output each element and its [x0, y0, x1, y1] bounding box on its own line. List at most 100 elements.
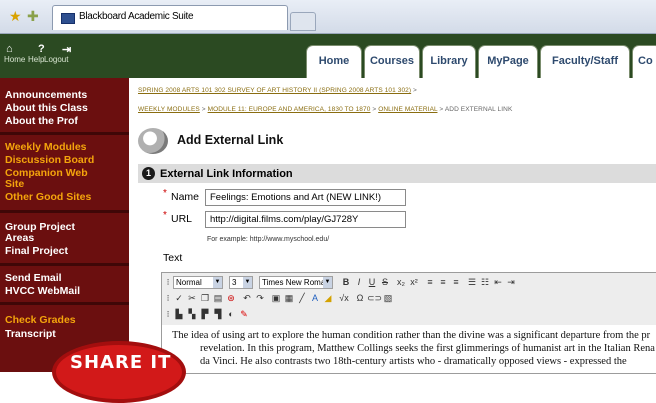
url-field[interactable] [205, 211, 406, 228]
menu-group-project-areas[interactable]: Areas [5, 232, 34, 244]
paragraph-style-value: Normal [176, 278, 202, 287]
breadcrumb-course-link[interactable]: SPRING 2008 ARTS 101 302 SURVEY OF ART H… [138, 87, 411, 94]
add-favorite-icon[interactable]: ✚ [27, 8, 39, 25]
menu-transcript[interactable]: Transcript [5, 328, 56, 340]
home-icon[interactable]: ⌂ [6, 43, 13, 55]
stamp-text: SHARE IT [70, 352, 172, 373]
menu-about-prof[interactable]: About the Prof [5, 115, 78, 127]
text-label: Text [163, 252, 183, 264]
hyperlink-icon[interactable]: ⊛ [225, 293, 237, 304]
logout-link[interactable]: Logout [44, 55, 68, 64]
menu-hvcc-webmail[interactable]: HVCC WebMail [5, 285, 80, 297]
new-tab-button[interactable] [290, 12, 316, 31]
font-size-value: 3 [232, 278, 237, 287]
source-icon[interactable]: ▧ [382, 293, 394, 304]
outdent-icon[interactable]: ⇤ [492, 277, 504, 288]
help-icon[interactable]: ? [38, 43, 45, 55]
editor-text-line: da Vinci. He also contrasts two 18th-cen… [200, 356, 627, 367]
font-size-select[interactable]: 3 ▼ [229, 276, 253, 289]
blackboard-header: ⌂ ? ⇥ Home Help Logout Home Courses Libr… [0, 34, 656, 78]
paragraph-style-select[interactable]: Normal ▼ [173, 276, 223, 289]
redo-icon[interactable]: ↷ [254, 293, 266, 304]
equation-icon[interactable]: √x [338, 293, 350, 304]
font-family-value: Times New Roman [262, 278, 330, 287]
tab-courses[interactable]: Courses [364, 45, 420, 78]
paste-icon[interactable]: ▤ [212, 293, 224, 304]
insert-audio-icon[interactable]: ◐ [225, 309, 237, 320]
edit-pencil-icon[interactable]: ✎ [238, 309, 250, 320]
menu-weekly-modules[interactable]: Weekly Modules [5, 141, 87, 153]
cut-icon[interactable]: ✂ [186, 293, 198, 304]
name-field[interactable] [205, 189, 406, 206]
chevron-down-icon: ▼ [323, 277, 332, 288]
menu-other-good-sites[interactable]: Other Good Sites [5, 191, 91, 203]
menu-companion-web-site[interactable]: Site [5, 178, 24, 190]
undo-icon[interactable]: ↶ [241, 293, 253, 304]
editor-content[interactable]: The idea of using art to explore the hum… [172, 329, 656, 368]
blackboard-favicon-icon [61, 13, 75, 24]
editor-toolbar: ⁝ Normal ▼ 3 ▼ Times New Roman ▼ B I U S… [162, 273, 656, 325]
favorites-star-icon[interactable]: ★ [9, 8, 22, 25]
bold-icon[interactable]: B [340, 277, 352, 288]
editor-text-line: The idea of using art to explore the hum… [172, 330, 651, 341]
name-label: Name [171, 191, 200, 203]
font-family-select[interactable]: Times New Roman ▼ [259, 276, 333, 289]
tab-mypage[interactable]: MyPage [478, 45, 538, 78]
page-title: Add External Link [177, 133, 284, 147]
link-icon[interactable]: ⊂⊃ [367, 293, 382, 304]
help-link[interactable]: Help [28, 55, 44, 64]
menu-divider [0, 210, 129, 213]
step-number-badge: 1 [142, 167, 155, 180]
indent-icon[interactable]: ⇥ [505, 277, 517, 288]
text-color-icon[interactable]: A [309, 293, 321, 304]
superscript-icon[interactable]: x² [408, 277, 420, 288]
align-center-icon[interactable]: ≡ [437, 277, 449, 288]
editor-text-line: revelation. In this program, Matthew Col… [200, 343, 655, 354]
toolbar-handle-icon: ⁝ [166, 309, 170, 319]
insert-image-icon[interactable]: ▚ [186, 309, 198, 320]
tab-co[interactable]: Co [632, 45, 656, 78]
menu-send-email[interactable]: Send Email [5, 272, 62, 284]
strikethrough-icon[interactable]: S [379, 277, 391, 288]
url-label: URL [171, 213, 193, 225]
chevron-down-icon: ▼ [243, 277, 252, 288]
required-marker-icon: * [163, 210, 167, 221]
line-icon[interactable]: ╱ [296, 293, 308, 304]
share-it-stamp: SHARE IT [52, 341, 186, 403]
menu-announcements[interactable]: Announcements [5, 89, 87, 101]
menu-about-class[interactable]: About this Class [5, 102, 88, 114]
breadcrumb-module-11[interactable]: MODULE 11: EUROPE AND AMERICA, 1830 TO 1… [208, 106, 371, 113]
copy-icon[interactable]: ❐ [199, 293, 211, 304]
ordered-list-icon[interactable]: ☰ [466, 277, 478, 288]
symbol-icon[interactable]: Ω [354, 293, 366, 304]
insert-media-icon[interactable]: ▛ [199, 309, 211, 320]
tab-faculty-staff[interactable]: Faculty/Staff [540, 45, 630, 78]
subscript-icon[interactable]: x₂ [395, 277, 407, 288]
external-link-icon [138, 128, 168, 154]
align-right-icon[interactable]: ≡ [450, 277, 462, 288]
unordered-list-icon[interactable]: ☷ [479, 277, 491, 288]
image-icon[interactable]: ▣ [270, 293, 282, 304]
menu-discussion-board[interactable]: Discussion Board [5, 154, 94, 166]
menu-check-grades[interactable]: Check Grades [5, 314, 76, 326]
spellcheck-icon[interactable]: ✓ [173, 293, 185, 304]
italic-icon[interactable]: I [353, 277, 365, 288]
section-title: External Link Information [160, 168, 293, 180]
tab-home[interactable]: Home [306, 45, 362, 78]
underline-icon[interactable]: U [366, 277, 378, 288]
attach-file-icon[interactable]: ▙ [173, 309, 185, 320]
menu-final-project[interactable]: Final Project [5, 245, 68, 257]
breadcrumb-online-material[interactable]: ONLINE MATERIAL [378, 106, 437, 113]
home-link[interactable]: Home [4, 55, 25, 64]
toolbar-handle-icon: ⁝ [166, 277, 170, 287]
chevron-down-icon: ▼ [213, 277, 222, 288]
insert-document-icon[interactable]: ▜ [212, 309, 224, 320]
browser-tab[interactable]: Blackboard Academic Suite [52, 5, 288, 30]
table-icon[interactable]: ▦ [283, 293, 295, 304]
align-left-icon[interactable]: ≡ [424, 277, 436, 288]
breadcrumb-course: SPRING 2008 ARTS 101 302 SURVEY OF ART H… [138, 87, 417, 94]
highlight-icon[interactable]: ◢ [322, 293, 334, 304]
breadcrumb-weekly-modules[interactable]: WEEKLY MODULES [138, 106, 200, 113]
tab-library[interactable]: Library [422, 45, 476, 78]
url-example-hint: For example: http://www.myschool.edu/ [207, 236, 330, 243]
